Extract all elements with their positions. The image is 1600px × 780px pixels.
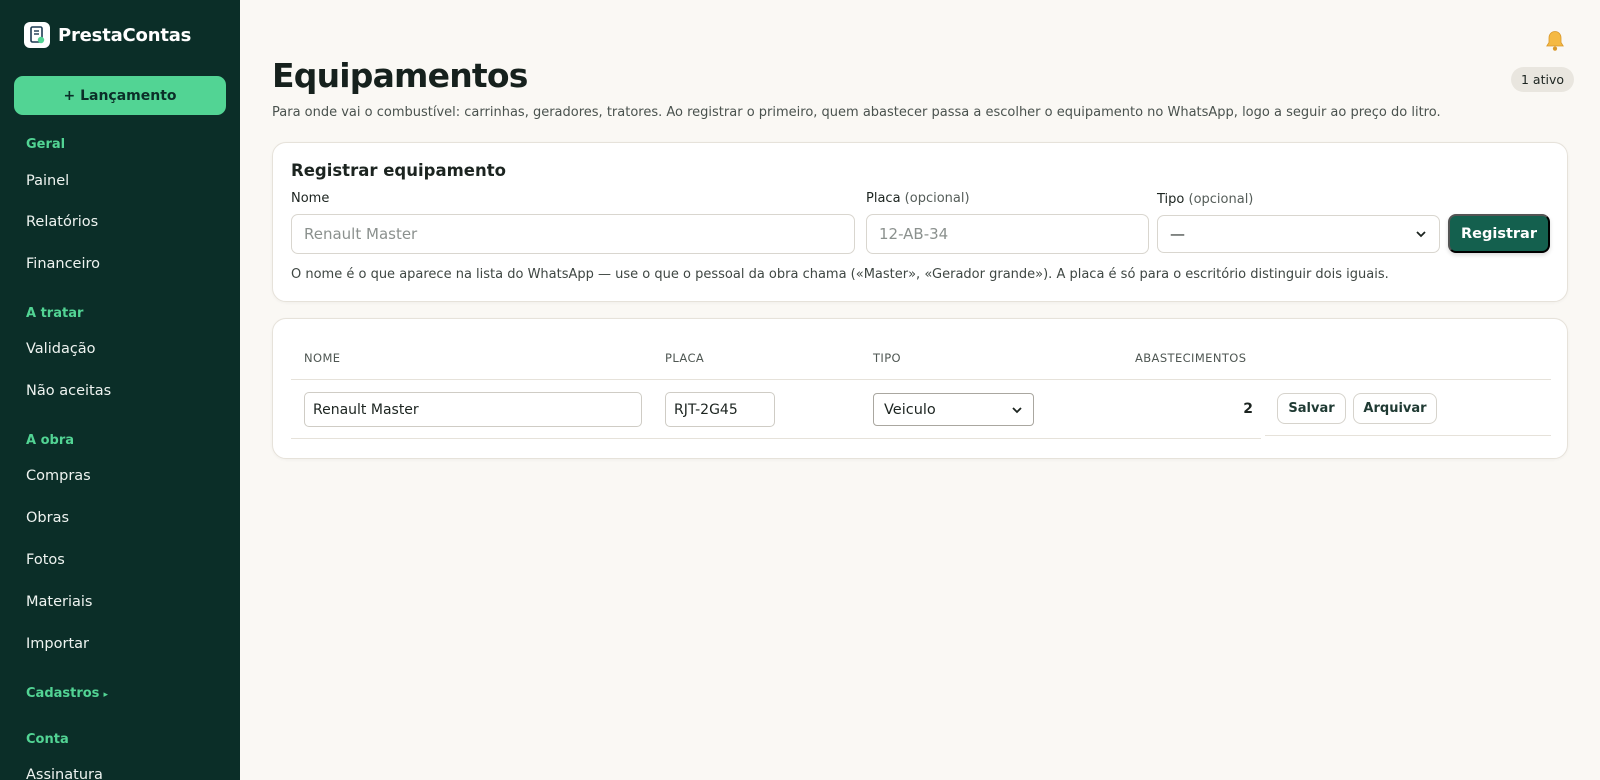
plate-input[interactable] (866, 214, 1149, 254)
name-input[interactable] (291, 214, 855, 254)
status-badge: 1 ativo (1511, 67, 1575, 92)
register-help-text: O nome é o que aparece na lista do Whats… (291, 267, 1389, 282)
sidebar-item-importar[interactable]: Importar (26, 636, 89, 652)
sidebar-item-materiais[interactable]: Materiais (26, 594, 92, 610)
plate-label: Placa (opcional) (866, 191, 970, 206)
sidebar-item-compras[interactable]: Compras (26, 468, 91, 484)
row-refuels-count: 2 (1243, 401, 1253, 417)
sidebar: PrestaContas + Lançamento Geral Painel R… (0, 0, 240, 780)
column-header-refuels: ABASTECIMENTOS (1135, 351, 1247, 365)
page-subtitle: Para onde vai o combustível: carrinhas, … (272, 105, 1441, 120)
type-label: Tipo (opcional) (1157, 192, 1253, 207)
type-label-text: Tipo (1157, 192, 1185, 207)
register-button[interactable]: Registrar (1448, 214, 1550, 253)
equipment-table-card: NOME PLACA TIPO ABASTECIMENTOS Renault M… (272, 318, 1568, 459)
name-label: Nome (291, 191, 330, 206)
row-name-input[interactable]: Renault Master (304, 392, 642, 427)
receipt-logo-icon (24, 22, 50, 48)
brand[interactable]: PrestaContas (24, 22, 191, 48)
type-select-value: — (1170, 225, 1185, 243)
column-header-type: TIPO (873, 351, 902, 365)
bell-icon[interactable] (1543, 29, 1567, 53)
nav-section-a-tratar: A tratar (26, 306, 84, 321)
plate-optional: (opcional) (904, 191, 970, 206)
type-optional: (opcional) (1188, 192, 1254, 207)
row-plate-input[interactable]: RJT-2G45 (665, 392, 775, 427)
row-divider (291, 438, 1261, 439)
nav-section-a-obra: A obra (26, 433, 75, 448)
chevron-down-icon (1012, 406, 1022, 413)
sidebar-item-assinatura[interactable]: Assinatura (26, 767, 103, 780)
brand-name: PrestaContas (58, 24, 192, 46)
save-button[interactable]: Salvar (1277, 393, 1346, 424)
row-divider-actions (1265, 435, 1551, 436)
chevron-down-icon (1416, 231, 1426, 238)
column-header-plate: PLACA (665, 351, 705, 365)
sidebar-item-nao-aceitas[interactable]: Não aceitas (26, 383, 111, 399)
header-divider (291, 379, 1551, 380)
nav-section-cadastros-label: Cadastros (26, 686, 100, 701)
row-type-select[interactable]: Veiculo (873, 393, 1034, 426)
sidebar-item-relatorios[interactable]: Relatórios (26, 214, 98, 230)
nav-section-cadastros[interactable]: Cadastros ▸ (26, 686, 108, 701)
sidebar-item-painel[interactable]: Painel (26, 173, 69, 189)
column-header-name: NOME (304, 351, 341, 365)
caret-right-icon: ▸ (103, 690, 108, 700)
new-entry-button[interactable]: + Lançamento (14, 76, 226, 115)
row-type-value: Veiculo (884, 401, 936, 418)
type-select[interactable]: — (1157, 215, 1440, 253)
sidebar-item-obras[interactable]: Obras (26, 510, 69, 526)
register-card: Registrar equipamento Nome Placa (opcion… (272, 142, 1568, 302)
page-title: Equipamentos (272, 56, 528, 95)
register-card-title: Registrar equipamento (291, 161, 506, 180)
plate-label-text: Placa (866, 191, 901, 206)
archive-button[interactable]: Arquivar (1353, 393, 1437, 424)
sidebar-item-validacao[interactable]: Validação (26, 341, 96, 357)
sidebar-item-financeiro[interactable]: Financeiro (26, 256, 100, 272)
nav-section-geral: Geral (26, 137, 66, 152)
nav-section-conta: Conta (26, 732, 69, 747)
sidebar-item-fotos[interactable]: Fotos (26, 552, 65, 568)
